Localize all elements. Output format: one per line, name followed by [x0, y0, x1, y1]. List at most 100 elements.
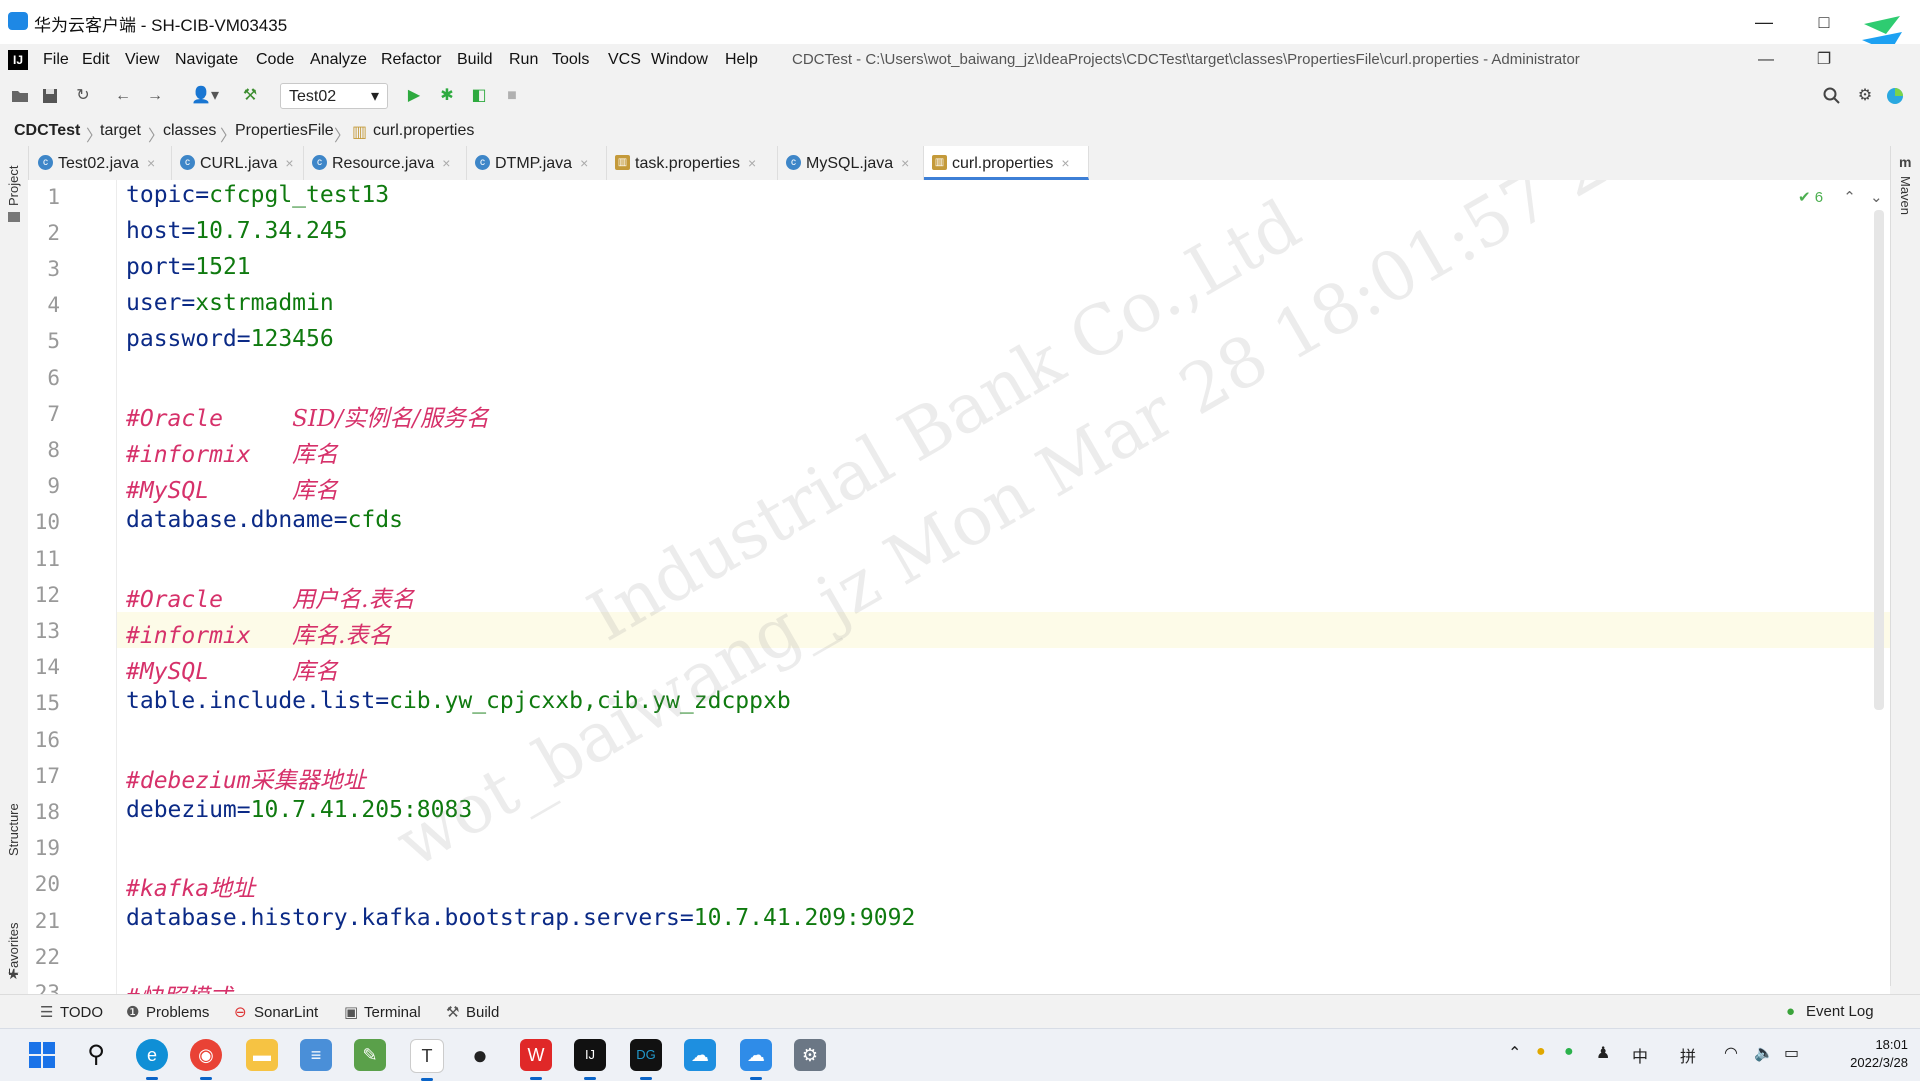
cloud-app-icon[interactable]: ☁	[684, 1039, 716, 1071]
class-icon: c	[312, 155, 327, 170]
comment-line: #Oracle SID/实例名/服务名	[126, 406, 489, 432]
file-explorer-icon[interactable]: ▬	[246, 1039, 278, 1071]
settings-gear-icon[interactable]: ⚙	[1855, 86, 1875, 106]
close-icon[interactable]: ×	[580, 155, 588, 171]
vertical-scrollbar[interactable]	[1874, 210, 1884, 710]
menu-navigate[interactable]: Navigate	[175, 51, 238, 69]
system-clock[interactable]: 18:01 2022/3/28	[1822, 1036, 1908, 1072]
sonarlint-tool-button[interactable]: ⊖ SonarLint	[234, 1003, 318, 1021]
menu-file[interactable]: File	[43, 51, 69, 69]
structure-tool-button[interactable]: Structure	[6, 803, 21, 856]
window-maximize-button[interactable]: □	[1804, 8, 1844, 36]
alien-app-icon[interactable]: ●	[464, 1039, 496, 1071]
properties-icon: ▥	[932, 155, 947, 170]
tab-dtmp-java[interactable]: c DTMP.java ×	[467, 146, 607, 180]
event-log-button[interactable]: ● Event Log	[1786, 1003, 1874, 1020]
project-tool-button[interactable]: Project	[6, 166, 21, 206]
tab-mysql-java[interactable]: c MySQL.java ×	[778, 146, 924, 180]
edge-browser-icon[interactable]: e	[136, 1039, 168, 1080]
back-arrow-icon[interactable]: ←	[113, 86, 133, 106]
chevron-down-icon[interactable]: ⌄	[1870, 189, 1883, 206]
ime-layout-indicator[interactable]: 拼	[1680, 1043, 1696, 1067]
info-icon: ❶	[126, 1004, 140, 1021]
tab-curl-properties[interactable]: ▥ curl.properties ×	[924, 146, 1089, 180]
menu-window[interactable]: Window	[651, 51, 708, 69]
plugin-icon[interactable]	[1885, 86, 1905, 106]
run-icon[interactable]: ▶	[404, 86, 424, 106]
chevron-up-icon[interactable]: ⌃	[1843, 189, 1856, 206]
battery-icon[interactable]: ▭	[1784, 1043, 1799, 1063]
close-icon[interactable]: ×	[147, 155, 155, 171]
paint-icon[interactable]: ✎	[354, 1039, 386, 1071]
tray-expand-icon[interactable]: ⌃	[1508, 1043, 1521, 1063]
comment-line: #informix 库名	[126, 442, 339, 468]
menu-refactor[interactable]: Refactor	[381, 51, 441, 69]
breadcrumb-classes[interactable]: classes	[163, 122, 216, 140]
open-folder-icon[interactable]	[10, 86, 30, 106]
line-number: 11	[34, 547, 60, 571]
wps-office-icon[interactable]: W	[520, 1039, 552, 1080]
stop-icon[interactable]: ■	[502, 86, 522, 106]
tab-resource-java[interactable]: c Resource.java ×	[304, 146, 467, 180]
line-number: 3	[47, 257, 60, 281]
intellij-idea-icon[interactable]: IJ	[574, 1039, 606, 1080]
wifi-icon[interactable]: ◠	[1724, 1043, 1738, 1063]
menu-edit[interactable]: Edit	[82, 51, 110, 69]
todo-tool-button[interactable]: ☰ TODO	[40, 1003, 103, 1021]
build-hammer-icon[interactable]: ⚒	[240, 86, 260, 106]
code-editor[interactable]: 1 2 3 4 5 6 7 8 9 10 11 12 13 14 15 16 1…	[28, 180, 1890, 994]
tab-test02-java[interactable]: c Test02.java ×	[30, 146, 172, 180]
window-minimize-button[interactable]: —	[1744, 8, 1784, 36]
breadcrumb-propertiesfile[interactable]: PropertiesFile	[235, 122, 334, 140]
ide-restore-button[interactable]: ❐	[1806, 48, 1842, 72]
problems-tool-button[interactable]: ❶ Problems	[126, 1003, 209, 1021]
typora-icon[interactable]: T	[410, 1039, 444, 1081]
user-dropdown-icon[interactable]: 👤▾	[188, 86, 222, 106]
close-icon[interactable]: ×	[442, 155, 450, 171]
tab-label: task.properties	[635, 155, 740, 172]
datagrip-icon[interactable]: DG	[630, 1039, 662, 1080]
search-icon[interactable]: ⚲	[80, 1039, 112, 1071]
tab-task-properties[interactable]: ▥ task.properties ×	[607, 146, 778, 180]
windows-start-icon[interactable]	[26, 1039, 58, 1071]
coverage-icon[interactable]: ◧	[469, 86, 489, 106]
build-tool-button[interactable]: ⚒ Build	[446, 1003, 499, 1021]
maven-tool-button[interactable]: Maven	[1898, 176, 1913, 215]
menu-tools[interactable]: Tools	[552, 51, 589, 69]
close-icon[interactable]: ×	[1061, 155, 1069, 171]
qq-icon[interactable]: ♟	[1596, 1043, 1610, 1063]
menu-analyze[interactable]: Analyze	[310, 51, 367, 69]
menu-help[interactable]: Help	[725, 51, 758, 69]
line-number: 8	[47, 438, 60, 462]
settings-gear-icon[interactable]: ⚙	[794, 1039, 826, 1071]
wechat-icon[interactable]: ●	[1564, 1043, 1574, 1061]
ide-minimize-button[interactable]: —	[1748, 48, 1784, 72]
close-icon[interactable]: ×	[285, 155, 293, 171]
menu-view[interactable]: View	[125, 51, 159, 69]
search-icon[interactable]	[1822, 86, 1842, 106]
chrome-browser-icon[interactable]: ◉	[190, 1039, 222, 1080]
close-icon[interactable]: ×	[748, 155, 756, 171]
run-configuration-select[interactable]: Test02 ▾	[280, 83, 388, 109]
menu-run[interactable]: Run	[509, 51, 538, 69]
comment-line: #快照模式	[126, 978, 232, 994]
menu-code[interactable]: Code	[256, 51, 294, 69]
huawei-cloud-client-icon[interactable]: ☁	[740, 1039, 772, 1080]
inspection-widget[interactable]: ✔ 6 ⌃ ⌄	[1798, 188, 1883, 206]
breadcrumb-project[interactable]: CDCTest	[14, 122, 80, 140]
forward-arrow-icon[interactable]: →	[145, 86, 165, 106]
menu-build[interactable]: Build	[457, 51, 493, 69]
breadcrumb-target[interactable]: target	[100, 122, 141, 140]
tab-curl-java[interactable]: c CURL.java ×	[172, 146, 304, 180]
ime-mode-indicator[interactable]: 中	[1632, 1043, 1648, 1067]
close-icon[interactable]: ×	[901, 155, 909, 171]
notepad-icon[interactable]: ≡	[300, 1039, 332, 1071]
tray-app-icon[interactable]: ●	[1536, 1043, 1546, 1061]
terminal-tool-button[interactable]: ▣ Terminal	[344, 1003, 421, 1021]
sync-icon[interactable]: ↻	[73, 86, 93, 106]
menu-vcs[interactable]: VCS	[608, 51, 641, 69]
debug-icon[interactable]: ✱	[437, 86, 457, 106]
save-all-icon[interactable]	[40, 86, 60, 106]
breadcrumb-file[interactable]: curl.properties	[373, 122, 474, 140]
volume-icon[interactable]: 🔈	[1754, 1043, 1774, 1063]
